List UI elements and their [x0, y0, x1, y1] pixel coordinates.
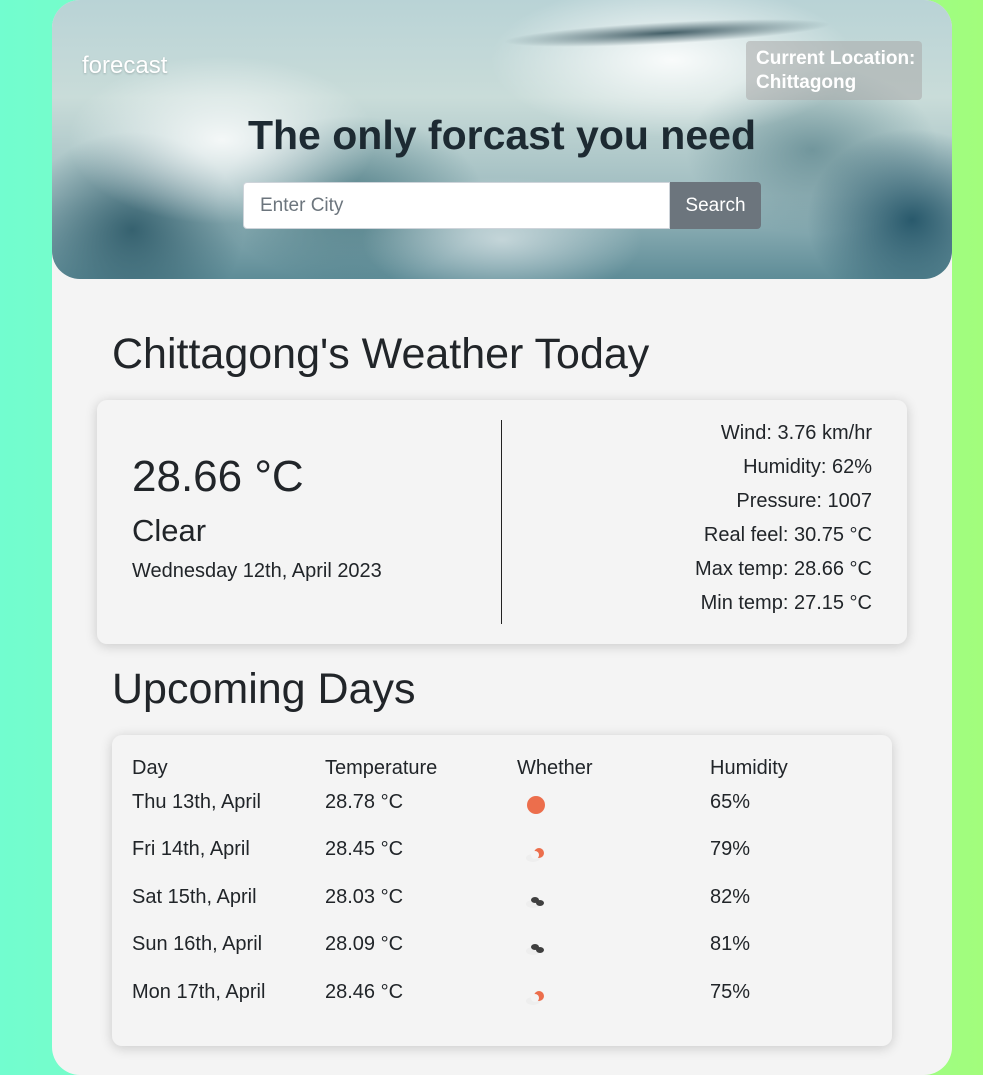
table-header-row: Day Temperature Whether Humidity — [132, 757, 892, 787]
row-day: Sat 15th, April — [132, 886, 257, 908]
header-temperature: Temperature — [325, 757, 438, 779]
today-title: Chittagong's Weather Today — [112, 330, 650, 378]
current-date: Wednesday 12th, April 2023 — [132, 560, 382, 582]
row-temperature: 28.78 °C — [325, 791, 404, 813]
current-location-badge: Current Location: Chittagong — [746, 41, 922, 100]
row-day: Sun 16th, April — [132, 933, 263, 955]
header-humidity: Humidity — [710, 757, 788, 779]
stat-real-feel: Real feel: 30.75 °C — [703, 524, 872, 546]
table-row: Thu 13th, April 28.78 °C 65% — [132, 791, 892, 821]
card-divider — [501, 420, 502, 624]
partly-cloudy-icon — [526, 848, 544, 862]
app-card: forecast Current Location: Chittagong Th… — [52, 0, 952, 1075]
table-row: Sun 16th, April 28.09 °C 81% — [132, 933, 892, 963]
row-humidity: 79% — [710, 838, 751, 860]
row-day: Mon 17th, April — [132, 981, 266, 1003]
row-humidity: 65% — [710, 791, 751, 813]
stat-max-temp: Max temp: 28.66 °C — [695, 558, 872, 580]
stat-wind: Wind: 3.76 km/hr — [720, 422, 872, 444]
stat-min-temp: Min temp: 27.15 °C — [700, 592, 872, 614]
row-temperature: 28.03 °C — [325, 886, 404, 908]
table-row: Sat 15th, April 28.03 °C 82% — [132, 886, 892, 916]
row-humidity: 82% — [710, 886, 751, 908]
row-day: Thu 13th, April — [132, 791, 261, 813]
broken-clouds-icon — [526, 897, 544, 908]
header-day: Day — [132, 757, 168, 779]
city-search-form: Search — [243, 182, 761, 229]
row-day: Fri 14th, April — [132, 838, 250, 860]
hero-headline: The only forcast you need — [247, 112, 757, 158]
broken-clouds-icon — [526, 944, 544, 955]
current-temperature: 28.66 °C — [132, 452, 304, 501]
hero-banner: forecast Current Location: Chittagong Th… — [52, 0, 952, 279]
clear-sun-icon — [527, 796, 545, 814]
brand-logo[interactable]: forecast — [82, 52, 167, 80]
stat-humidity: Humidity: 62% — [743, 456, 872, 478]
row-humidity: 75% — [710, 981, 751, 1003]
row-temperature: 28.46 °C — [325, 981, 404, 1003]
row-temperature: 28.09 °C — [325, 933, 404, 955]
current-location-city: Chittagong — [756, 72, 857, 93]
search-button[interactable]: Search — [670, 182, 761, 229]
partly-cloudy-icon — [526, 991, 544, 1005]
current-location-label: Current Location: — [756, 48, 916, 69]
city-search-input[interactable] — [243, 182, 670, 229]
today-weather-card: 28.66 °C Clear Wednesday 12th, April 202… — [97, 400, 907, 644]
row-temperature: 28.45 °C — [325, 838, 404, 860]
row-humidity: 81% — [710, 933, 751, 955]
table-row: Mon 17th, April 28.46 °C 75% — [132, 981, 892, 1011]
weather-stats: Wind: 3.76 km/hr Humidity: 62% Pressure:… — [695, 420, 872, 624]
upcoming-title: Upcoming Days — [112, 665, 416, 713]
current-condition: Clear — [132, 513, 207, 548]
table-row: Fri 14th, April 28.45 °C 79% — [132, 838, 892, 868]
stat-pressure: Pressure: 1007 — [736, 490, 872, 512]
header-weather: Whether — [517, 757, 593, 779]
upcoming-table: Day Temperature Whether Humidity Thu 13t… — [112, 735, 892, 1046]
